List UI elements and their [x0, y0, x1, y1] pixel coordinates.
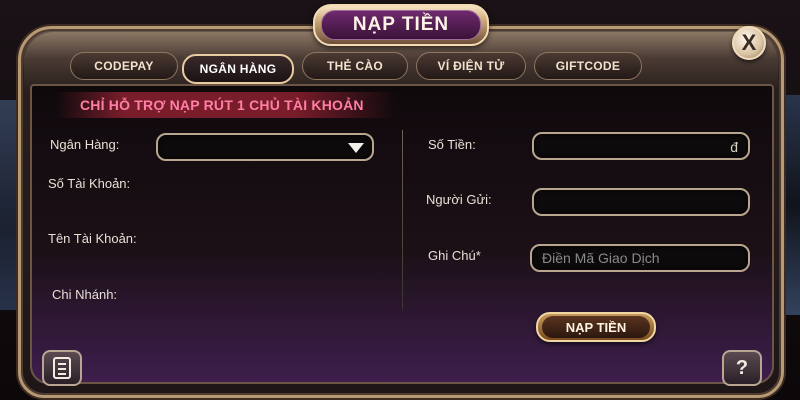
history-button[interactable]: [42, 350, 82, 386]
submit-deposit-button[interactable]: NẠP TIỀN: [536, 312, 656, 342]
account-name-label: Tên Tài Khoản:: [48, 231, 137, 246]
currency-symbol: đ: [730, 139, 738, 155]
chevron-down-icon: [348, 143, 364, 153]
close-icon: X: [741, 30, 757, 55]
branch-label: Chi Nhánh:: [52, 287, 118, 302]
column-divider: [402, 130, 403, 310]
submit-label: NẠP TIỀN: [542, 316, 650, 338]
dialog-title-inner: NẠP TIỀN: [321, 10, 481, 40]
tab-codepay[interactable]: CODEPAY: [70, 52, 178, 80]
note-label: Ghi Chú*: [428, 248, 481, 263]
tab-ngan-hang[interactable]: NGÂN HÀNG: [182, 54, 294, 84]
note-input[interactable]: Điền Mã Giao Dịch: [530, 244, 750, 272]
tab-label: CODEPAY: [94, 59, 154, 73]
notice-banner: CHỈ HỖ TRỢ NẠP RÚT 1 CHỦ TÀI KHOẢN: [56, 92, 396, 118]
tab-giftcode[interactable]: GIFTCODE: [534, 52, 642, 80]
dialog-title: NẠP TIỀN: [352, 14, 450, 35]
tab-the-cao[interactable]: THẺ CÀO: [302, 52, 408, 80]
sender-input[interactable]: [532, 188, 750, 216]
tab-vi-dien-tu[interactable]: VÍ ĐIỆN TỬ: [416, 52, 526, 80]
help-icon: ?: [735, 356, 749, 379]
scroll-history-icon: [53, 357, 71, 379]
notice-text: CHỈ HỖ TRỢ NẠP RÚT 1 CHỦ TÀI KHOẢN: [80, 97, 364, 113]
account-number-label: Số Tài Khoản:: [48, 176, 131, 191]
amount-label: Số Tiền:: [428, 137, 476, 152]
bank-label: Ngân Hàng:: [50, 137, 120, 152]
tab-label: GIFTCODE: [555, 59, 621, 73]
tab-label: VÍ ĐIỆN TỬ: [437, 59, 505, 73]
screen: NẠP TIỀN X CODEPAY NGÂN HÀNG THẺ CÀO VÍ …: [0, 0, 800, 400]
tab-label: THẺ CÀO: [326, 59, 384, 73]
close-button[interactable]: X: [732, 26, 766, 60]
tab-label: NGÂN HÀNG: [199, 62, 277, 76]
help-button[interactable]: ?: [722, 350, 762, 386]
dialog-title-plate: NẠP TIỀN: [313, 4, 489, 46]
amount-input[interactable]: đ: [532, 132, 750, 160]
sender-label: Người Gửi:: [426, 192, 492, 207]
note-placeholder: Điền Mã Giao Dịch: [542, 250, 660, 266]
bank-select[interactable]: [156, 133, 374, 161]
